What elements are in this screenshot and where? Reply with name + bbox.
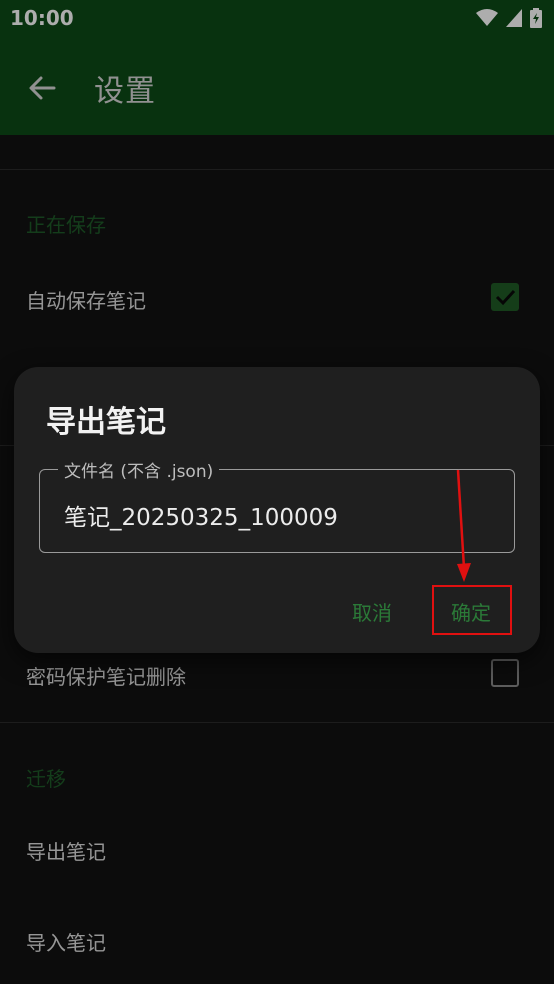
filename-field-label: 文件名 (不含 .json)	[58, 457, 220, 482]
section-header-saving: 正在保存	[26, 213, 106, 237]
page-title: 设置	[94, 74, 156, 109]
signal-icon	[506, 9, 522, 27]
divider	[0, 722, 554, 723]
annotation-arrow-icon	[456, 469, 471, 582]
app-bar: 设置	[0, 36, 554, 135]
section-header-migration: 迁移	[26, 767, 66, 791]
back-arrow-icon	[29, 76, 56, 100]
divider	[0, 169, 554, 170]
auto-save-checkbox[interactable]	[491, 283, 519, 311]
annotation-highlight-box	[432, 585, 512, 635]
battery-icon	[530, 8, 542, 28]
settings-screen: 10:00 设置 正在保存 自动保存笔记 密码保护笔记删除 迁移 导出笔记 导入…	[0, 0, 554, 984]
setting-import-notes[interactable]: 导入笔记	[26, 927, 106, 956]
status-bar: 10:00	[0, 0, 554, 36]
check-icon	[495, 289, 516, 306]
setting-password-delete-label[interactable]: 密码保护笔记删除	[26, 661, 186, 690]
back-button[interactable]	[18, 64, 66, 112]
wifi-icon	[476, 9, 498, 26]
status-icons	[476, 8, 542, 28]
dialog-title: 导出笔记	[46, 405, 166, 440]
setting-auto-save-label[interactable]: 自动保存笔记	[26, 285, 146, 314]
cancel-button[interactable]: 取消	[352, 597, 392, 626]
filename-input[interactable]: 笔记_20250325_100009	[64, 498, 338, 532]
status-time: 10:00	[10, 6, 74, 30]
setting-export-notes[interactable]: 导出笔记	[26, 836, 106, 865]
password-delete-checkbox[interactable]	[491, 659, 519, 687]
